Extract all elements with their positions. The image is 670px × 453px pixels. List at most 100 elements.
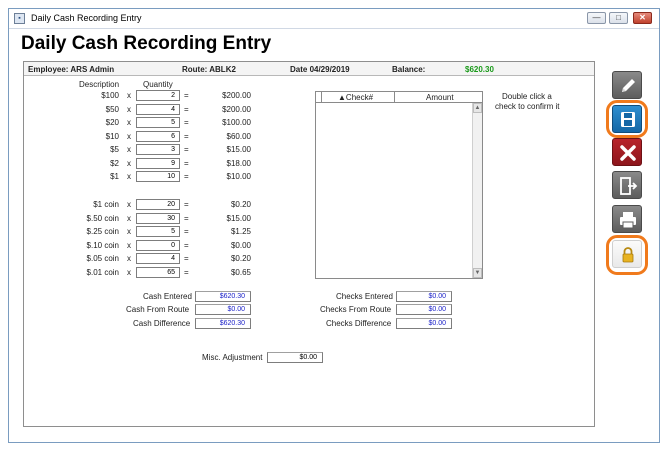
edit-button[interactable] (612, 71, 642, 99)
coin-quantity-input[interactable]: 20 (136, 199, 180, 210)
scroll-up-arrow-icon[interactable]: ▲ (473, 103, 482, 113)
coin-amount-value: $0.20 (230, 254, 251, 263)
bill-quantity-input[interactable]: 3 (136, 144, 180, 155)
equals-sign: = (184, 213, 189, 223)
page-title: Daily Cash Recording Entry (21, 33, 272, 54)
bill-quantity-input[interactable]: 2 (136, 90, 180, 101)
checks-from-route-field: $0.00 (396, 304, 452, 315)
scroll-down-arrow-icon[interactable]: ▼ (473, 268, 482, 278)
coin-denomination-label: $.25 coin (86, 227, 119, 236)
coin-denomination-label: $.10 coin (86, 240, 119, 250)
coin-amount-value: $1.25 (230, 227, 251, 236)
bill-denomination-label: $2 (110, 158, 119, 168)
checks-grid-header: ▲Check# Amount (316, 92, 482, 103)
route-label: Route: ABLK2 (182, 65, 236, 74)
printer-icon (620, 212, 636, 229)
bill-amount-value: $60.00 (226, 131, 251, 141)
equals-sign: = (184, 200, 189, 209)
checks-difference-field: $0.00 (396, 318, 452, 329)
exit-door-icon (620, 177, 638, 195)
checks-difference-label: Checks Difference (326, 319, 392, 328)
checks-grid-scrollbar[interactable]: ▲ ▼ (472, 103, 482, 278)
cash-from-route-label: Cash From Route (126, 305, 190, 314)
balance-label: Balance: (392, 65, 426, 74)
exit-button[interactable] (612, 171, 642, 199)
delete-button[interactable] (612, 138, 642, 166)
bill-amount-value: $100.00 (222, 118, 251, 127)
coin-quantity-input[interactable]: 5 (136, 226, 180, 237)
app-icon: ▪ (14, 13, 25, 24)
quantity-header: Quantity (143, 80, 173, 89)
cash-from-route-field: $0.00 (195, 304, 251, 315)
bill-denomination-label: $50 (105, 104, 119, 114)
save-button[interactable] (612, 105, 642, 133)
coin-amount-value: $0.65 (230, 267, 251, 277)
bill-quantity-input[interactable]: 4 (136, 103, 180, 115)
multiply-sign: x (127, 145, 131, 154)
app-window: ▪ Daily Cash Recording Entry — □ ✕ Daily… (8, 8, 660, 443)
misc-adjustment-label: Misc. Adjustment (202, 353, 263, 362)
misc-adjustment-input[interactable]: $0.00 (267, 352, 323, 363)
bill-quantity-input[interactable]: 9 (136, 157, 180, 169)
amount-column-header[interactable]: Amount (426, 93, 454, 102)
column-divider (394, 92, 395, 102)
close-button[interactable]: ✕ (633, 12, 652, 24)
bill-amount-value: $200.00 (222, 104, 251, 114)
print-button[interactable] (612, 205, 642, 233)
equals-sign: = (184, 131, 189, 141)
equals-sign: = (184, 145, 189, 154)
coin-amount-value: $0.00 (230, 240, 251, 250)
lock-button[interactable] (612, 240, 642, 268)
coin-quantity-input[interactable]: 65 (136, 266, 180, 278)
bill-quantity-input[interactable]: 5 (136, 117, 180, 128)
equals-sign: = (184, 104, 189, 114)
grid-row-selector-header (316, 92, 322, 102)
bill-amount-value: $200.00 (222, 91, 251, 100)
balance-value: $620.30 (465, 65, 494, 74)
multiply-sign: x (127, 267, 131, 277)
coin-quantity-input[interactable]: 30 (136, 212, 180, 224)
equals-sign: = (184, 254, 189, 263)
multiply-sign: x (127, 172, 131, 181)
multiply-sign: x (127, 254, 131, 263)
multiply-sign: x (127, 213, 131, 223)
equals-sign: = (184, 227, 189, 236)
minimize-button[interactable]: — (587, 12, 606, 24)
equals-sign: = (184, 267, 189, 277)
description-header: Description (79, 80, 120, 89)
checks-hint-line1: Double click a (502, 92, 552, 101)
equals-sign: = (184, 91, 189, 100)
cash-difference-label: Cash Difference (133, 319, 191, 328)
employee-label: Employee: ARS Admin (28, 65, 115, 74)
coin-denomination-label: $1 coin (93, 200, 119, 209)
bill-quantity-input[interactable]: 6 (136, 130, 180, 142)
cash-entry-panel: Employee: ARS Admin Route: ABLK2 Date 04… (23, 61, 595, 427)
cash-entered-label: Cash Entered (143, 292, 192, 301)
window-title: Daily Cash Recording Entry (31, 13, 142, 23)
coin-quantity-input[interactable]: 0 (136, 239, 180, 251)
checks-entered-label: Checks Entered (336, 292, 393, 301)
equals-sign: = (184, 158, 189, 168)
bill-denomination-label: $1 (110, 172, 119, 181)
bill-denomination-label: $10 (105, 131, 119, 141)
multiply-sign: x (127, 227, 131, 236)
cash-difference-field: $620.30 (195, 318, 251, 329)
bill-quantity-input[interactable]: 10 (136, 171, 180, 182)
checks-grid[interactable]: ▲Check# Amount ▲ ▼ (315, 91, 483, 279)
multiply-sign: x (127, 200, 131, 209)
date-label: Date 04/29/2019 (290, 65, 350, 74)
checks-entered-field: $0.00 (396, 291, 452, 302)
check-number-column-header[interactable]: ▲Check# (338, 93, 373, 102)
multiply-sign: x (127, 240, 131, 250)
floppy-disk-icon (621, 112, 635, 127)
multiply-sign: x (127, 131, 131, 141)
bill-denomination-label: $20 (105, 118, 119, 127)
coin-quantity-input[interactable]: 4 (136, 253, 180, 264)
coin-amount-value: $15.00 (226, 213, 251, 223)
title-bar: ▪ Daily Cash Recording Entry — □ ✕ (9, 9, 659, 29)
equals-sign: = (184, 172, 189, 181)
maximize-button[interactable]: □ (609, 12, 628, 24)
bill-denomination-label: $5 (110, 145, 119, 154)
bill-denomination-label: $100 (101, 91, 119, 100)
padlock-icon (622, 247, 634, 263)
